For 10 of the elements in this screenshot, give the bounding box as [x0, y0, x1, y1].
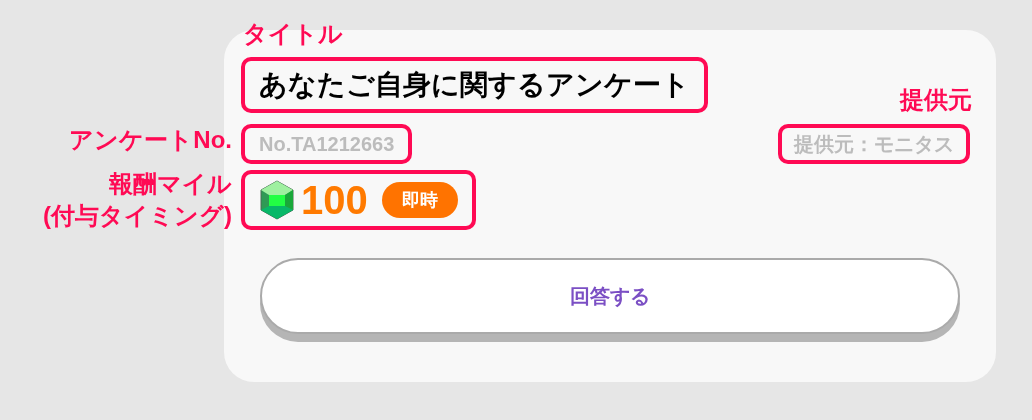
annotation-label: 報酬マイル (付与タイミング)	[43, 169, 232, 231]
reward-miles: 100	[301, 180, 368, 220]
survey-number: No.TA1212663	[259, 132, 395, 157]
gem-icon	[259, 180, 295, 220]
timing-badge: 即時	[381, 182, 458, 218]
provider-label: 提供元：モニタス	[794, 132, 954, 157]
annotation-label: タイトル	[243, 19, 343, 49]
survey-title: あなたご自身に関するアンケート	[259, 68, 690, 102]
annotation-label: アンケートNo.	[69, 125, 232, 155]
annotation-label: 提供元	[900, 85, 972, 115]
